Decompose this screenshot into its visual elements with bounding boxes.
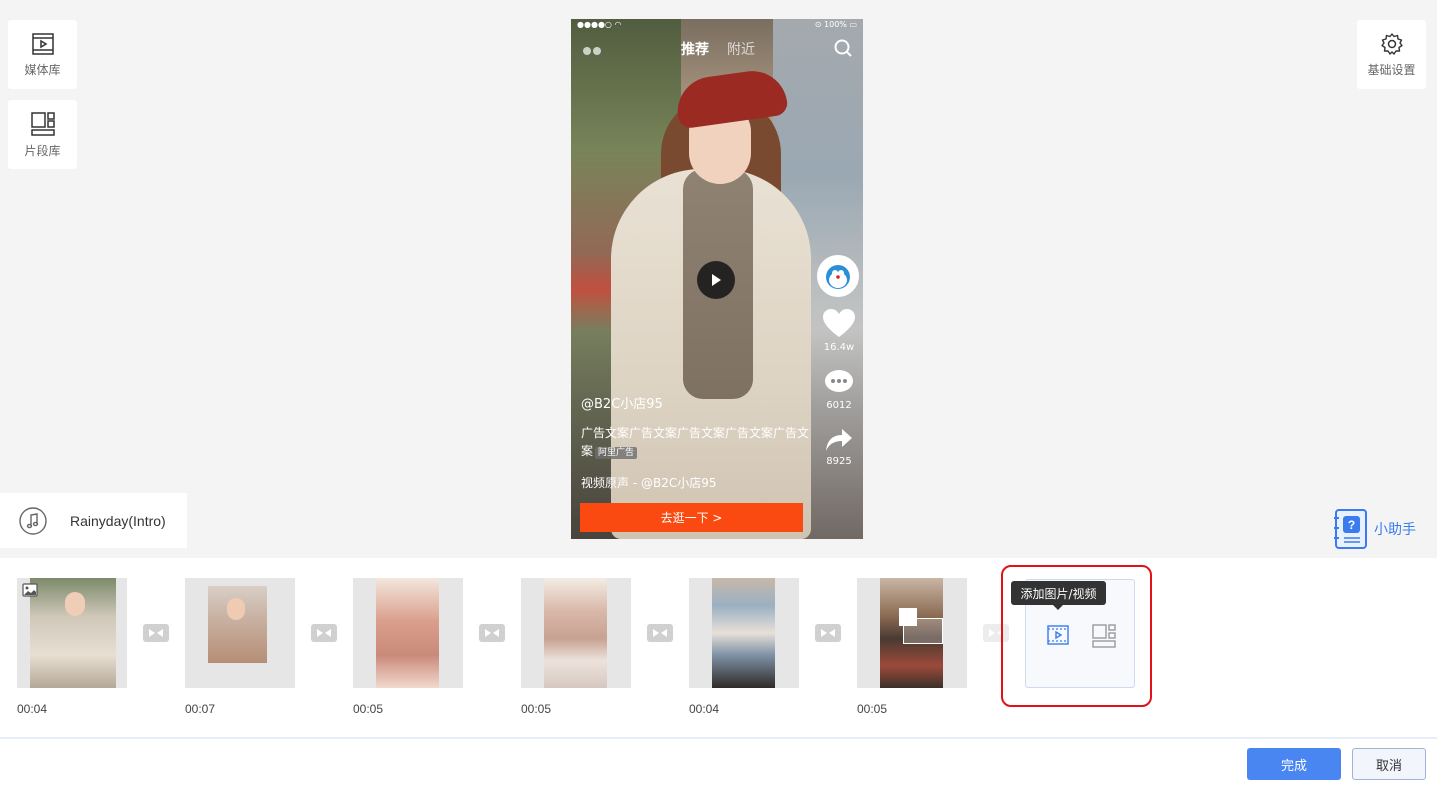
phone-status-bar: ●●●●○ ◠ ⊙ 100% ▭ bbox=[571, 19, 863, 31]
live-dots-icon bbox=[583, 42, 603, 60]
add-video-icon[interactable] bbox=[1046, 623, 1070, 647]
clip-thumbnail-overlay bbox=[903, 618, 943, 644]
timeline-clip[interactable] bbox=[689, 578, 799, 688]
comment-icon bbox=[825, 370, 853, 392]
add-media-tooltip: 添加图片/视频 bbox=[1011, 581, 1106, 610]
tab-recommend: 推荐 bbox=[681, 42, 709, 58]
preview-top-nav: 推荐 附近 bbox=[571, 38, 863, 58]
author-name: @B2C小店95 bbox=[581, 397, 663, 412]
play-button[interactable] bbox=[697, 261, 735, 299]
share-action[interactable]: 8925 bbox=[817, 427, 861, 467]
transition-button[interactable] bbox=[143, 624, 169, 642]
timeline-clip[interactable] bbox=[185, 578, 295, 688]
transition-button[interactable] bbox=[647, 624, 673, 642]
clip-thumbnail bbox=[712, 578, 775, 688]
share-icon bbox=[826, 429, 852, 451]
help-book-icon: ? bbox=[1334, 509, 1367, 549]
clip-duration: 00:07 bbox=[185, 702, 216, 716]
clip-thumbnail bbox=[544, 578, 607, 688]
basic-settings-button[interactable]: 基础设置 bbox=[1357, 20, 1426, 89]
clip-thumbnail-face bbox=[65, 592, 85, 616]
clip-duration: 00:05 bbox=[353, 702, 384, 716]
assistant-button[interactable]: ? 小助手 bbox=[1332, 508, 1416, 550]
background-music-bar[interactable]: Rainyday(Intro) bbox=[0, 493, 187, 548]
transition-button[interactable] bbox=[479, 624, 505, 642]
phone-preview: ●●●●○ ◠ ⊙ 100% ▭ 推荐 附近 16.4w 6012 8925 @… bbox=[571, 19, 863, 539]
timeline-clip[interactable] bbox=[521, 578, 631, 688]
comment-action[interactable]: 6012 bbox=[817, 369, 861, 411]
model-beret bbox=[673, 66, 789, 130]
footer-divider bbox=[0, 737, 1437, 739]
clip-library-button[interactable]: 片段库 bbox=[8, 100, 77, 169]
author-avatar bbox=[817, 255, 859, 297]
image-type-icon bbox=[22, 583, 38, 597]
basic-settings-label: 基础设置 bbox=[1367, 62, 1416, 77]
ad-tag: 阿里广告 bbox=[595, 447, 638, 459]
clip-duration: 00:05 bbox=[857, 702, 888, 716]
add-clip-template-icon[interactable] bbox=[1091, 623, 1117, 649]
share-count: 8925 bbox=[826, 456, 852, 467]
play-icon bbox=[712, 274, 721, 286]
transition-button[interactable] bbox=[311, 624, 337, 642]
signal-icon: ●●●●○ ◠ bbox=[577, 20, 622, 29]
cartoon-avatar-icon bbox=[826, 265, 850, 289]
transition-icon bbox=[821, 629, 835, 637]
clip-duration: 00:05 bbox=[521, 702, 552, 716]
shop-cta-button[interactable]: 去逛一下 > bbox=[580, 503, 803, 532]
transition-icon bbox=[149, 629, 163, 637]
transition-button[interactable] bbox=[983, 624, 1009, 642]
media-library-button[interactable]: 媒体库 bbox=[8, 20, 77, 89]
timeline-clip[interactable] bbox=[857, 578, 967, 688]
clip-thumbnail-face bbox=[227, 598, 245, 620]
music-name: Rainyday(Intro) bbox=[70, 512, 166, 529]
preview-stage: 媒体库 片段库 基础设置 Rainyday(Intro) ? 小助手 ●●●●○… bbox=[0, 0, 1437, 558]
clip-duration: 00:04 bbox=[17, 702, 48, 716]
svg-text:?: ? bbox=[1348, 518, 1355, 532]
clip-thumbnail bbox=[376, 578, 439, 688]
original-sound-line: 视频原声 - @B2C小店95 bbox=[581, 476, 717, 490]
video-library-icon bbox=[31, 32, 54, 55]
comment-count: 6012 bbox=[826, 400, 852, 411]
done-button[interactable]: 完成 bbox=[1247, 748, 1341, 780]
transition-icon bbox=[989, 629, 1003, 637]
transition-icon bbox=[485, 629, 499, 637]
clip-timeline: 00:04 00:07 00:05 00:05 00:04 00:05 添加图片… bbox=[0, 558, 1437, 738]
tab-nearby: 附近 bbox=[727, 42, 755, 58]
layout-blocks-icon bbox=[30, 111, 55, 136]
timeline-clip[interactable] bbox=[353, 578, 463, 688]
heart-icon bbox=[823, 309, 855, 337]
transition-button[interactable] bbox=[815, 624, 841, 642]
media-library-label: 媒体库 bbox=[24, 62, 61, 77]
like-action[interactable]: 16.4w bbox=[817, 309, 861, 353]
battery-level: 100% bbox=[824, 20, 847, 29]
ad-description: 广告文案广告文案广告文案广告文案广告文案 阿里广告 bbox=[581, 424, 809, 460]
alarm-icon: ⊙ bbox=[814, 20, 825, 29]
gear-icon bbox=[1380, 32, 1403, 55]
cancel-button[interactable]: 取消 bbox=[1352, 748, 1426, 780]
battery-icon: ▭ bbox=[849, 20, 857, 29]
transition-icon bbox=[317, 629, 331, 637]
search-icon bbox=[834, 39, 852, 57]
music-note-icon bbox=[19, 506, 47, 535]
clip-duration: 00:04 bbox=[689, 702, 720, 716]
transition-icon bbox=[653, 629, 667, 637]
clip-library-label: 片段库 bbox=[24, 143, 61, 158]
assistant-label: 小助手 bbox=[1374, 522, 1416, 538]
timeline-clip[interactable] bbox=[17, 578, 127, 688]
like-count: 16.4w bbox=[823, 342, 855, 353]
